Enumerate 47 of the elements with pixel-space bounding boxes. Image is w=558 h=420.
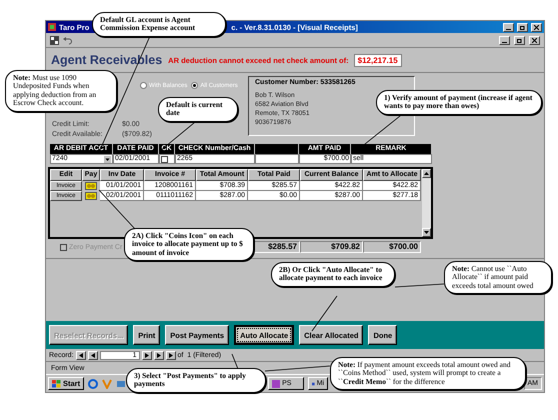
- scroll-down-icon: [424, 231, 429, 234]
- scroll-up-icon: [424, 172, 429, 175]
- pay-coins-button[interactable]: [82, 181, 100, 191]
- toolbar-view-icon: [50, 36, 59, 44]
- next-icon: [156, 352, 161, 358]
- blank-field[interactable]: [255, 154, 299, 164]
- windows-flag-icon: [52, 380, 61, 388]
- browser-icon: [88, 378, 98, 388]
- program-icon: [312, 380, 315, 388]
- new-record-button[interactable]: [166, 350, 176, 360]
- next-record-button[interactable]: [142, 350, 152, 360]
- ck-checkbox[interactable]: [161, 156, 168, 162]
- app-icon: [48, 23, 56, 31]
- previous-record-button[interactable]: [88, 350, 98, 360]
- dropdown-arrow-icon: [104, 156, 111, 162]
- leader-line: [264, 366, 330, 372]
- leader-line: [312, 296, 338, 332]
- scroll-bar[interactable]: [422, 169, 431, 237]
- net-check-amount: $12,217.15: [354, 54, 402, 66]
- close-icon: [532, 38, 537, 42]
- total-cell: $700.00: [363, 241, 421, 253]
- restore-icon: [517, 38, 522, 42]
- colorful-app-icon: [102, 378, 112, 388]
- close-icon: [534, 24, 539, 30]
- leader-line: [394, 284, 444, 288]
- pay-coins-button[interactable]: [82, 191, 100, 201]
- next-icon: [168, 352, 173, 358]
- previous-icon: [78, 352, 83, 358]
- total-cell: $709.82: [300, 241, 363, 253]
- restore-button[interactable]: [514, 36, 525, 44]
- first-record-button[interactable]: [76, 350, 86, 360]
- close-button[interactable]: [529, 36, 540, 44]
- minimize-button[interactable]: [499, 36, 510, 44]
- desktop-icon: [116, 378, 126, 388]
- last-record-button[interactable]: [154, 350, 164, 360]
- program-icon: [272, 380, 280, 388]
- close-button[interactable]: [531, 22, 542, 32]
- restore-icon: [520, 24, 525, 30]
- minimize-button[interactable]: [503, 22, 514, 32]
- leader-line: [232, 354, 238, 370]
- column-header: [255, 144, 299, 154]
- undo-icon: [63, 36, 72, 44]
- next-icon: [144, 352, 149, 358]
- coins-icon: [85, 182, 97, 190]
- restore-button[interactable]: [517, 22, 528, 32]
- previous-icon: [90, 352, 95, 358]
- coins-icon: [85, 192, 97, 200]
